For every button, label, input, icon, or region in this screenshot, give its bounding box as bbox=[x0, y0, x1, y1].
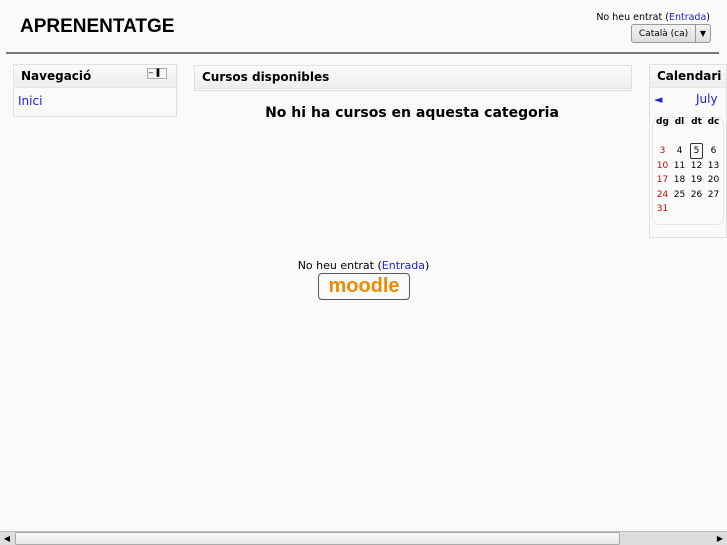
calendar-day bbox=[671, 202, 688, 217]
login-close: ) bbox=[706, 12, 710, 23]
navigation-block: Navegació −▐ Inici bbox=[13, 64, 177, 117]
calendar-day-number: 11 bbox=[673, 160, 686, 171]
login-info: No heu entrat (Entrada) bbox=[596, 12, 710, 23]
calendar-day[interactable]: 18 bbox=[671, 173, 688, 188]
calendar-title: Calendari bbox=[650, 65, 726, 88]
weekday-header: dc bbox=[707, 117, 720, 128]
calendar-day-number: 24 bbox=[656, 189, 669, 200]
language-selected: Català (ca) bbox=[638, 28, 689, 39]
site-title: APRENENTATGE bbox=[20, 16, 175, 37]
calendar-day[interactable]: 27 bbox=[705, 188, 722, 203]
calendar-day-number: 17 bbox=[656, 175, 669, 186]
weekday-header: dl bbox=[674, 117, 685, 128]
calendar-day[interactable]: 12 bbox=[688, 159, 705, 174]
calendar-day-number: 31 bbox=[656, 204, 669, 215]
courses-block: Cursos disponibles bbox=[194, 65, 632, 91]
calendar-day bbox=[688, 202, 705, 217]
calendar-day-number: 26 bbox=[690, 189, 703, 200]
calendar-day[interactable]: 26 bbox=[688, 188, 705, 203]
calendar-day-number: 18 bbox=[673, 175, 686, 186]
calendar-day[interactable]: 4 bbox=[671, 144, 688, 159]
calendar-day[interactable]: 6 bbox=[705, 144, 722, 159]
navigation-title: Navegació bbox=[21, 69, 92, 83]
calendar-day-number: 12 bbox=[690, 160, 703, 171]
footer-close: ) bbox=[425, 259, 430, 272]
calendar-day[interactable]: 20 bbox=[705, 173, 722, 188]
moodle-logo[interactable]: moodle bbox=[318, 273, 410, 300]
calendar-day[interactable]: 3 bbox=[654, 144, 671, 159]
empty-message: No hi ha cursos en aquesta categoria bbox=[265, 105, 559, 121]
calendar-day bbox=[671, 130, 688, 145]
calendar-day-number: 5 bbox=[689, 143, 704, 160]
calendar-day[interactable]: 19 bbox=[688, 173, 705, 188]
calendar-day[interactable]: 10 bbox=[654, 159, 671, 174]
footer-text: No heu entrat ( bbox=[297, 259, 382, 272]
calendar-day bbox=[705, 130, 722, 145]
calendar-block: Calendari ◄ July dg dl dt dc 3 4 5 6 10 11 12 13 17 1… bbox=[649, 64, 727, 238]
calendar-day-number: 6 bbox=[710, 146, 717, 157]
calendar-day[interactable]: 25 bbox=[671, 188, 688, 203]
calendar-day-number: 27 bbox=[707, 189, 720, 200]
calendar-day[interactable]: 11 bbox=[671, 159, 688, 174]
weekday-header: dg bbox=[656, 117, 669, 128]
calendar-day bbox=[688, 130, 705, 145]
calendar-day[interactable]: 17 bbox=[654, 173, 671, 188]
footer-login-link[interactable]: Entrada bbox=[382, 259, 425, 272]
calendar-day[interactable]: 31 bbox=[654, 202, 671, 217]
calendar-day-number: 10 bbox=[656, 160, 669, 171]
calendar-day[interactable]: 5 bbox=[688, 143, 705, 160]
weekday-header: dt bbox=[691, 117, 702, 128]
calendar-day-number: 13 bbox=[707, 160, 720, 171]
nav-item-inici[interactable]: Inici bbox=[18, 94, 176, 108]
calendar-day bbox=[654, 130, 671, 145]
language-select[interactable]: Català (ca) ▼ bbox=[631, 24, 711, 43]
chevron-down-icon[interactable]: ▼ bbox=[695, 25, 710, 42]
calendar-day[interactable]: 13 bbox=[705, 159, 722, 174]
header-divider bbox=[6, 52, 719, 54]
calendar-day-number: 25 bbox=[673, 189, 686, 200]
footer-login: No heu entrat (Entrada) bbox=[0, 259, 727, 272]
block-dock-icon[interactable]: −▐ bbox=[147, 68, 167, 79]
horizontal-scrollbar[interactable]: ◀ ▶ bbox=[0, 531, 727, 545]
calendar-grid: dg dl dt dc 3 4 5 6 10 11 12 13 17 18 19 20 24 25 26 27 31 bbox=[654, 115, 722, 217]
calendar-day-number: 3 bbox=[659, 146, 666, 157]
calendar-day-number: 20 bbox=[707, 175, 720, 186]
login-link[interactable]: Entrada bbox=[669, 12, 706, 23]
scroll-right-icon[interactable]: ▶ bbox=[714, 533, 726, 545]
scrollbar-thumb[interactable] bbox=[15, 532, 620, 545]
courses-title: Cursos disponibles bbox=[195, 66, 631, 89]
calendar-day[interactable]: 24 bbox=[654, 188, 671, 203]
calendar-day-number: 4 bbox=[676, 146, 683, 157]
calendar-day bbox=[705, 202, 722, 217]
calendar-day-number: 19 bbox=[690, 175, 703, 186]
login-text: No heu entrat ( bbox=[596, 12, 669, 23]
previous-month-icon[interactable]: ◄ bbox=[654, 93, 662, 106]
calendar-month[interactable]: July bbox=[696, 92, 718, 106]
scroll-left-icon[interactable]: ◀ bbox=[1, 533, 13, 545]
